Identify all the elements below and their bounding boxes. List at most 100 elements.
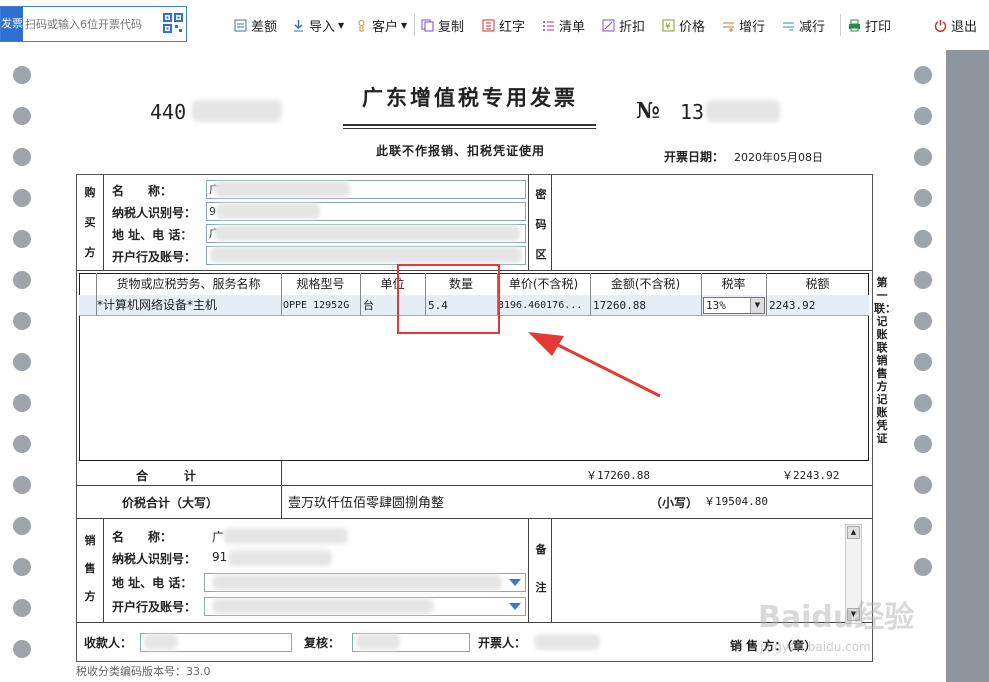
divider [76,518,873,519]
grand-total-lower: ￥19504.80 [704,495,768,508]
redaction-blur [210,247,522,263]
print-button[interactable]: 打印 [848,16,892,35]
buyer-taxid-label: 纳税人识别号： [112,206,197,220]
chevron-down-icon: ▼ [338,20,345,30]
perforation-hole [914,230,932,248]
total-tax: ￥2243.92 [782,469,840,482]
divider [551,174,552,270]
seller-name-label: 名 称： [112,530,173,544]
list-label: 清单 [559,19,586,35]
side-panel [946,50,989,682]
date-label: 开票日期： [664,150,725,164]
print-label: 打印 [865,19,892,35]
divider [76,485,873,486]
title-underline [343,124,596,126]
date-value: 2020年05月08日 [734,151,823,164]
seller-name-value: 广 [212,530,225,544]
perforation-hole [914,271,932,289]
customer-button[interactable]: 客户 ▼ [355,16,408,35]
divider [281,461,282,518]
delete-row-label: 减行 [799,19,826,35]
chevron-down-icon[interactable] [509,579,521,586]
annotation-arrow-icon [528,332,661,398]
perforation-hole [914,312,932,330]
discount-button[interactable]: 折扣 [602,16,646,35]
perforation-hole [914,476,932,494]
import-button[interactable]: 导入 ▼ [292,16,345,35]
toolbar: 发票 差额 导入 ▼ 客户 ▼ 复制 红字 清单 [0,0,989,50]
copy-button[interactable]: 复制 [421,16,465,35]
perforation-hole [13,476,31,494]
perforation-hole [13,230,31,248]
perforation-hole [13,271,31,289]
divider [76,622,873,623]
payee-label: 收款人： [84,636,133,650]
customer-label: 客户 [372,19,399,35]
total-label: 合 计 [136,469,197,483]
perforation-hole [914,189,932,207]
item-spec-cell[interactable]: OPPE 12952G [283,296,359,315]
import-label: 导入 [309,19,336,35]
buyer-name-label: 名 称： [112,184,173,198]
perforation-hole [13,107,31,125]
divider [528,174,529,270]
red-invoice-button[interactable]: 红字 [482,16,525,35]
col-header-name: 货物或应税劳务、服务名称 [116,277,261,291]
tax-rate-select[interactable]: 13% ▼ [703,297,765,314]
item-price-cell[interactable]: 3196.460176... [498,296,589,315]
perforation-hole [13,640,31,658]
price-icon: ¥ [662,19,675,32]
copy-label: 复制 [438,19,465,35]
title-underline [343,128,596,129]
buyer-address-label: 地 址、电 话： [112,228,193,242]
seller-label-3: 方 [84,590,96,603]
invoice-tab[interactable]: 发票 [1,7,23,41]
perforation-hole [13,312,31,330]
seller-taxid-label: 纳税人识别号： [112,552,197,566]
difference-button[interactable]: 差额 [234,16,277,35]
buyer-bank-label: 开户行及账号： [112,250,197,264]
chevron-down-icon[interactable]: ▼ [750,298,764,313]
perforation-hole [13,435,31,453]
scroll-up-icon[interactable]: ▲ [847,526,860,539]
redaction-blur [706,100,780,122]
perforation-hole [914,394,932,412]
perforation-hole [13,66,31,84]
redaction-blur [224,528,348,544]
scan-input[interactable] [25,12,157,36]
list-button[interactable]: 清单 [542,16,586,35]
svg-text:¥: ¥ [665,22,671,32]
quantity-highlight-box [397,264,500,334]
cipher-label-1: 密 [535,188,547,201]
chevron-down-icon: ▼ [401,20,408,30]
item-amount-cell[interactable]: 17260.88 [593,296,700,315]
invoice-code: 440 [150,100,187,124]
add-row-button[interactable]: 增行 [722,16,765,35]
item-name-cell[interactable]: *计算机网络设备*主机 [97,296,281,315]
seller-address-label: 地 址、电 话： [112,576,193,590]
col-header-spec: 规格型号 [296,277,345,291]
chevron-down-icon[interactable] [509,603,521,610]
delete-row-button[interactable]: 减行 [782,16,826,35]
divider [551,518,552,622]
perforation-hole [13,558,31,576]
redaction-blur [534,634,600,650]
list-icon [542,19,555,32]
col-header-tax: 税额 [805,277,830,291]
exit-button[interactable]: 退出 [934,16,977,35]
item-tax-cell[interactable]: 2243.92 [769,296,867,315]
redaction-blur [144,634,178,650]
discount-label: 折扣 [619,19,646,35]
perforation-hole [13,394,31,412]
buyer-taxid-value: 9 [209,205,216,218]
price-button[interactable]: ¥ 价格 [662,16,705,35]
perforation-hole [914,107,932,125]
buyer-label-3: 方 [84,246,96,259]
total-amount: ￥17260.88 [586,469,650,482]
seller-taxid-value: 91 [212,550,228,564]
qr-code-icon[interactable] [163,13,183,33]
buyer-label-1: 购 [84,186,96,199]
red-invoice-icon [482,19,495,32]
perforation-hole [13,148,31,166]
perforation-hole [914,66,932,84]
